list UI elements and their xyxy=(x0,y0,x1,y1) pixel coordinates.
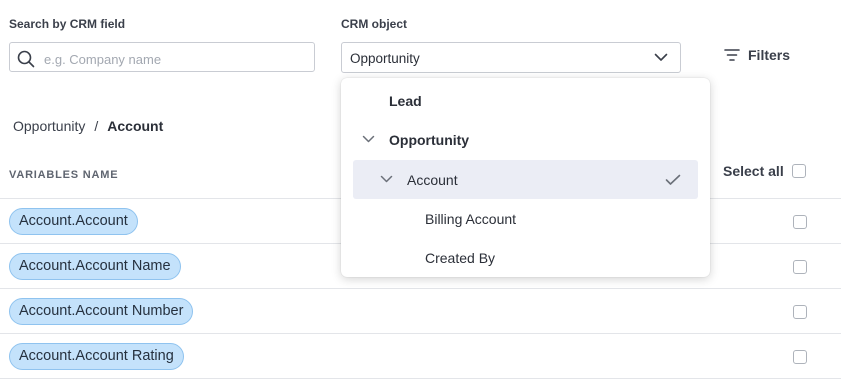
select-all-label: Select all xyxy=(723,163,784,179)
dropdown-item-lead[interactable]: Lead xyxy=(389,93,422,109)
crm-object-dropdown: Lead Opportunity Account Billing Account… xyxy=(341,78,710,277)
divider xyxy=(0,288,841,289)
selected-item-highlight xyxy=(353,160,698,199)
variable-pill[interactable]: Account.Account Number xyxy=(9,298,194,325)
select-all-checkbox[interactable] xyxy=(791,164,806,178)
divider xyxy=(0,333,841,334)
filters-label: Filters xyxy=(748,47,791,63)
search-icon xyxy=(17,50,35,68)
row-checkbox[interactable] xyxy=(793,350,807,364)
select-all[interactable]: Select all xyxy=(723,163,806,179)
dropdown-item-account[interactable]: Account xyxy=(407,172,458,188)
chevron-down-icon[interactable] xyxy=(362,135,375,144)
crm-object-selected-value: Opportunity xyxy=(350,51,420,66)
filter-icon xyxy=(724,49,740,61)
dropdown-item-opportunity[interactable]: Opportunity xyxy=(389,132,469,148)
search-input[interactable] xyxy=(42,49,306,69)
row-checkbox[interactable] xyxy=(793,305,807,319)
filters-button[interactable]: Filters xyxy=(724,44,790,66)
variable-pill[interactable]: Account.Account Rating xyxy=(9,343,184,370)
variables-name-header: VARIABLES NAME xyxy=(9,169,119,181)
crm-object-label: CRM object xyxy=(341,17,407,31)
row-checkbox[interactable] xyxy=(793,215,807,229)
breadcrumb-separator: / xyxy=(94,118,99,134)
crm-object-select[interactable]: Opportunity xyxy=(341,42,681,73)
variable-pill[interactable]: Account.Account xyxy=(9,208,138,235)
search-label: Search by CRM field xyxy=(9,17,126,31)
breadcrumb: Opportunity / Account xyxy=(13,118,163,134)
dropdown-item-created-by[interactable]: Created By xyxy=(425,250,495,266)
search-field[interactable] xyxy=(9,42,315,72)
breadcrumb-current: Account xyxy=(107,118,164,134)
checkmark-icon xyxy=(665,174,681,185)
dropdown-item-billing-account[interactable]: Billing Account xyxy=(425,211,516,227)
chevron-down-icon[interactable] xyxy=(380,175,393,184)
breadcrumb-parent[interactable]: Opportunity xyxy=(13,118,85,134)
divider xyxy=(0,378,841,379)
variable-pill[interactable]: Account.Account Name xyxy=(9,253,181,280)
row-checkbox[interactable] xyxy=(793,260,807,274)
chevron-down-icon xyxy=(654,53,668,61)
